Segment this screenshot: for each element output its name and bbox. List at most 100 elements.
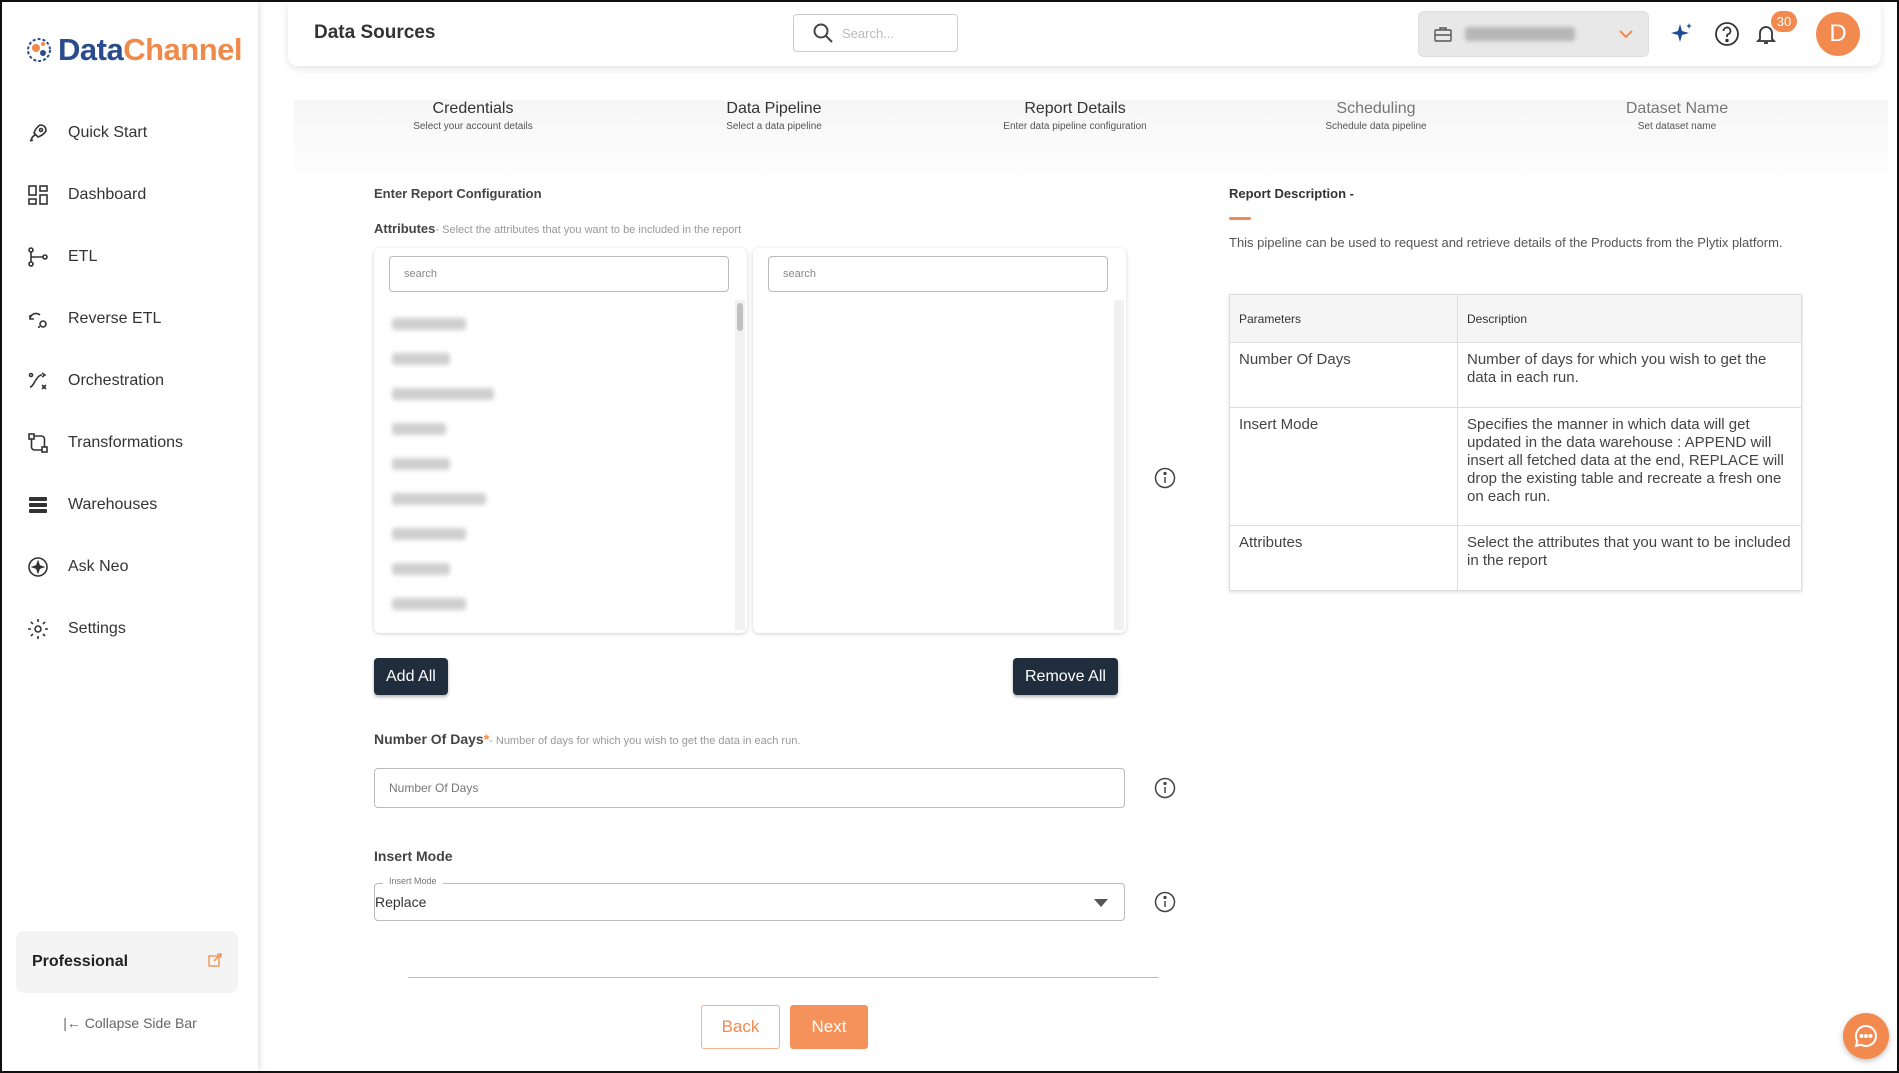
page-title: Data Sources	[314, 22, 436, 43]
list-item[interactable]	[392, 423, 446, 435]
etl-icon	[24, 243, 52, 271]
warehouses-icon	[24, 491, 52, 519]
number-of-days-hint: - Number of days for which you wish to g…	[489, 735, 801, 747]
scrollbar-track[interactable]	[1114, 300, 1124, 630]
attributes-label-text: Attributes	[374, 221, 436, 236]
workspace-name-redacted	[1465, 27, 1575, 41]
logo[interactable]: DataChannel	[24, 32, 242, 68]
sidebar-item-settings[interactable]: Settings	[2, 598, 258, 660]
available-attributes-list[interactable]: search	[374, 248, 747, 633]
param-name: Number Of Days	[1229, 342, 1458, 408]
sidebar-item-label: Reverse ETL	[68, 310, 162, 327]
next-button[interactable]: Next	[790, 1005, 868, 1049]
step-title: Data Pipeline	[726, 100, 822, 117]
remove-all-button[interactable]: Remove All	[1013, 658, 1118, 695]
sparkle-ai-icon[interactable]	[1667, 19, 1697, 49]
briefcase-icon	[1434, 27, 1452, 42]
step-credentials[interactable]: Credentials Select your account details	[323, 100, 623, 132]
scrollbar-track[interactable]	[735, 300, 745, 630]
step-title: Credentials	[432, 100, 514, 117]
workspace-selector[interactable]	[1418, 11, 1649, 57]
sidebar-item-dashboard[interactable]: Dashboard	[2, 164, 258, 226]
param-description: Number of days for which you wish to get…	[1457, 342, 1802, 408]
param-name: Attributes	[1229, 525, 1458, 591]
logo-text: DataChannel	[58, 32, 242, 67]
insert-mode-select[interactable]: Insert Mode Replace	[374, 876, 1125, 921]
attributes-hint: - Select the attributes that you want to…	[435, 224, 742, 236]
back-button[interactable]: Back	[701, 1005, 780, 1049]
step-scheduling[interactable]: Scheduling Schedule data pipeline	[1226, 100, 1526, 132]
sidebar-item-etl[interactable]: ETL	[2, 226, 258, 288]
rocket-icon	[24, 119, 52, 147]
table-row: Attributes Select the attributes that yo…	[1229, 525, 1802, 591]
top-bar: Data Sources Search... 30 D	[288, 2, 1881, 66]
sidebar-item-orchestration[interactable]: Orchestration	[2, 350, 258, 412]
collapse-sidebar-button[interactable]: |← Collapse Side Bar	[2, 1015, 258, 1031]
sidebar-item-transformations[interactable]: Transformations	[2, 412, 258, 474]
number-of-days-field[interactable]: Number Of Days	[374, 768, 1125, 808]
list-item[interactable]	[392, 598, 466, 610]
insert-mode-legend: Insert Mode	[383, 876, 443, 886]
content-panel: Credentials Select your account details …	[294, 100, 1888, 1071]
avatar[interactable]: D	[1816, 12, 1860, 56]
step-subtitle: Set dataset name	[1637, 121, 1717, 132]
attributes-label: Attributes- Select the attributes that y…	[374, 221, 741, 236]
step-subtitle: Enter data pipeline configuration	[1003, 121, 1147, 132]
sidebar-item-quick-start[interactable]: Quick Start	[2, 102, 258, 164]
divider	[408, 977, 1158, 978]
list-item[interactable]	[392, 493, 486, 505]
selected-attributes-search[interactable]: search	[768, 256, 1108, 292]
step-dataset-name[interactable]: Dataset Name Set dataset name	[1527, 100, 1827, 132]
table-row: Number Of Days Number of days for which …	[1229, 342, 1802, 408]
list-item[interactable]	[392, 458, 450, 470]
number-of-days-label: Number Of Days*- Number of days for whic…	[374, 731, 800, 747]
external-link-icon[interactable]	[208, 952, 222, 972]
sidebar-item-reverse-etl[interactable]: Reverse ETL	[2, 288, 258, 350]
info-icon[interactable]	[1154, 777, 1176, 799]
datachannel-logo-icon	[27, 38, 51, 62]
number-of-days-label-text: Number Of Days	[374, 731, 484, 747]
step-title: Scheduling	[1336, 100, 1416, 117]
ask-neo-icon	[24, 553, 52, 581]
sidebar-item-label: ETL	[68, 248, 98, 265]
search-input[interactable]: Search...	[793, 14, 958, 52]
table-header-row: Parameters Description	[1229, 294, 1802, 343]
column-header-parameters: Parameters	[1229, 294, 1458, 343]
add-all-button[interactable]: Add All	[374, 658, 448, 695]
column-header-description: Description	[1457, 294, 1802, 343]
list-item[interactable]	[392, 318, 466, 330]
step-subtitle: Schedule data pipeline	[1325, 121, 1427, 132]
plan-name: Professional	[32, 953, 129, 970]
scrollbar-thumb[interactable]	[737, 303, 743, 331]
available-attributes-search[interactable]: search	[389, 256, 729, 292]
stepper: Credentials Select your account details …	[294, 100, 1888, 150]
sidebar-item-label: Ask Neo	[68, 558, 129, 575]
list-item[interactable]	[392, 353, 450, 365]
caret-down-icon	[1094, 899, 1108, 907]
sidebar-nav: Quick Start Dashboard ETL Reverse ETL Or…	[2, 102, 258, 660]
info-icon[interactable]	[1154, 891, 1176, 913]
dashboard-icon	[24, 181, 52, 209]
orchestration-icon	[24, 367, 52, 395]
list-item[interactable]	[392, 388, 494, 400]
help-icon[interactable]	[1712, 19, 1742, 49]
chevron-down-icon	[1619, 30, 1633, 39]
report-description-title: Report Description -	[1229, 186, 1354, 201]
list-item[interactable]	[392, 528, 466, 540]
sidebar-item-ask-neo[interactable]: Ask Neo	[2, 536, 258, 598]
list-item[interactable]	[392, 563, 450, 575]
sidebar-item-label: Warehouses	[68, 496, 158, 513]
sidebar-item-label: Dashboard	[68, 186, 147, 203]
sidebar-item-label: Settings	[68, 620, 126, 637]
plan-card[interactable]: Professional	[16, 931, 238, 993]
reverse-etl-icon	[24, 305, 52, 333]
selected-attributes-list[interactable]: search	[753, 248, 1126, 633]
info-icon[interactable]	[1154, 467, 1176, 489]
sidebar-item-warehouses[interactable]: Warehouses	[2, 474, 258, 536]
table-row: Insert Mode Specifies the manner in whic…	[1229, 407, 1802, 526]
step-report-details[interactable]: Report Details Enter data pipeline confi…	[925, 100, 1225, 132]
chat-support-button[interactable]	[1843, 1013, 1889, 1059]
step-data-pipeline[interactable]: Data Pipeline Select a data pipeline	[624, 100, 924, 132]
form-section-title: Enter Report Configuration	[374, 186, 542, 201]
search-icon	[813, 23, 833, 43]
